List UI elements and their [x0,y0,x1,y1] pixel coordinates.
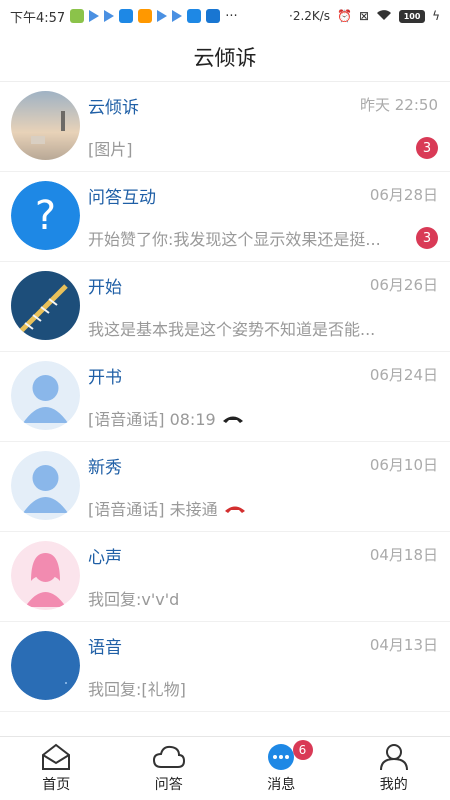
conversation-preview: 开始赞了你:我发现这个显示效果还是挺... [88,226,381,250]
conversation-time: 04月18日 [369,546,438,564]
cloud-icon [152,745,185,768]
avatar [11,451,80,520]
conversation-time: 06月10日 [369,456,438,474]
conversation-name: 云倾诉 [88,98,139,118]
alarm-icon: ⏰ [337,9,353,23]
battery-icon: 100 [399,9,426,23]
conversation-item[interactable]: 语音 04月13日 我回复:[礼物] [0,622,450,712]
conversation-name: 问答互动 [88,188,156,208]
preview-text: 我回复:[礼物] [88,680,186,699]
conversation-preview: [语音通话] 未接通 [88,496,246,520]
tab-home[interactable]: 首页 [0,737,113,800]
tab-profile[interactable]: 我的 [338,737,450,800]
conversation-name: 开书 [88,368,122,388]
avatar [11,91,80,160]
profile-icon [379,744,408,771]
tab-label: 问答 [154,777,183,793]
message-icon [268,744,295,770]
conversation-preview: 我回复:[礼物] [88,676,186,700]
conversation-item[interactable]: 开书 06月24日 [语音通话] 08:19 [0,352,450,442]
avatar [11,271,80,340]
avatar: ? [11,181,80,250]
game-icon [138,9,153,23]
conversation-item[interactable]: 云倾诉 昨天 22:50 [图片] 3 [0,82,450,172]
preview-text: [语音通话] 未接通 [88,500,218,519]
status-bar: 下午4:57 ··· ·2.2K/s ⏰ ⊠ 100 ϟ [0,0,450,32]
conversation-item[interactable]: 心声 04月18日 我回复:v'v'd [0,532,450,622]
conversation-item[interactable]: 新秀 06月10日 [语音通话] 未接通 [0,442,450,532]
conversation-item[interactable]: ? 问答互动 06月28日 开始赞了你:我发现这个显示效果还是挺... 3 [0,172,450,262]
preview-text: [语音通话] 08:19 [88,410,216,429]
home-icon [42,743,71,770]
video-app-icon [157,10,168,22]
avatar [11,631,80,700]
conversation-name: 开始 [88,278,122,298]
preview-text: 我这是基本我是这个姿势不知道是否能... [88,320,376,339]
tab-messages[interactable]: 消息 6 [225,737,338,800]
conversation-name: 心声 [88,548,122,568]
video-app-icon [104,10,115,22]
conversation-time: 04月13日 [369,636,438,654]
conversation-preview: 我回复:v'v'd [88,586,179,610]
preview-text: 开始赞了你:我发现这个显示效果还是挺... [88,230,381,249]
tab-qa[interactable]: 问答 [113,737,226,800]
wifi-icon [376,9,392,24]
tab-label: 我的 [379,777,408,793]
app-icon [187,9,202,23]
conversation-time: 昨天 22:50 [360,96,438,114]
page-title: 云倾诉 [193,45,257,70]
preview-text: 我回复:v'v'd [88,590,180,609]
bottom-tab-bar: 首页 问答 消息 6 我的 [0,736,450,800]
charging-icon: ϟ [432,9,440,23]
status-time: 下午4:57 [10,10,66,26]
conversation-name: 新秀 [88,458,122,478]
conversation-preview: 我这是基本我是这个姿势不知道是否能... [88,316,375,340]
conversation-time: 06月24日 [369,366,438,384]
unread-badge: 3 [416,227,438,249]
title-bar: 云倾诉 [0,32,450,82]
sim-icon: ⊠ [359,9,370,23]
conversation-time: 06月26日 [369,276,438,294]
unread-badge: 3 [416,137,438,159]
conversation-name: 语音 [88,638,122,658]
conversation-item[interactable]: 开始 06月26日 我这是基本我是这个姿势不知道是否能... [0,262,450,352]
video-app-icon [89,10,100,22]
avatar [11,541,80,610]
more-notifications-icon: ··· [225,8,238,24]
app-icon [206,9,221,23]
tab-label: 消息 [267,777,296,793]
network-speed: ·2.2K/s [289,9,331,23]
missed-call-icon [224,499,246,518]
unread-badge: 6 [292,740,313,760]
conversation-preview: [图片] [88,136,133,160]
conversation-preview: [语音通话] 08:19 [88,406,244,430]
app-icon [119,9,134,23]
conversation-list: 云倾诉 昨天 22:50 [图片] 3 ? 问答互动 06月28日 开始赞了你:… [0,82,450,712]
svg-text:?: ? [35,193,56,239]
conversation-time: 06月28日 [369,186,438,204]
android-debug-icon [70,9,85,23]
video-app-icon [172,10,183,22]
avatar [11,361,80,430]
preview-text: [图片] [88,140,133,159]
tab-label: 首页 [42,777,71,793]
phone-hangup-icon [222,409,244,428]
